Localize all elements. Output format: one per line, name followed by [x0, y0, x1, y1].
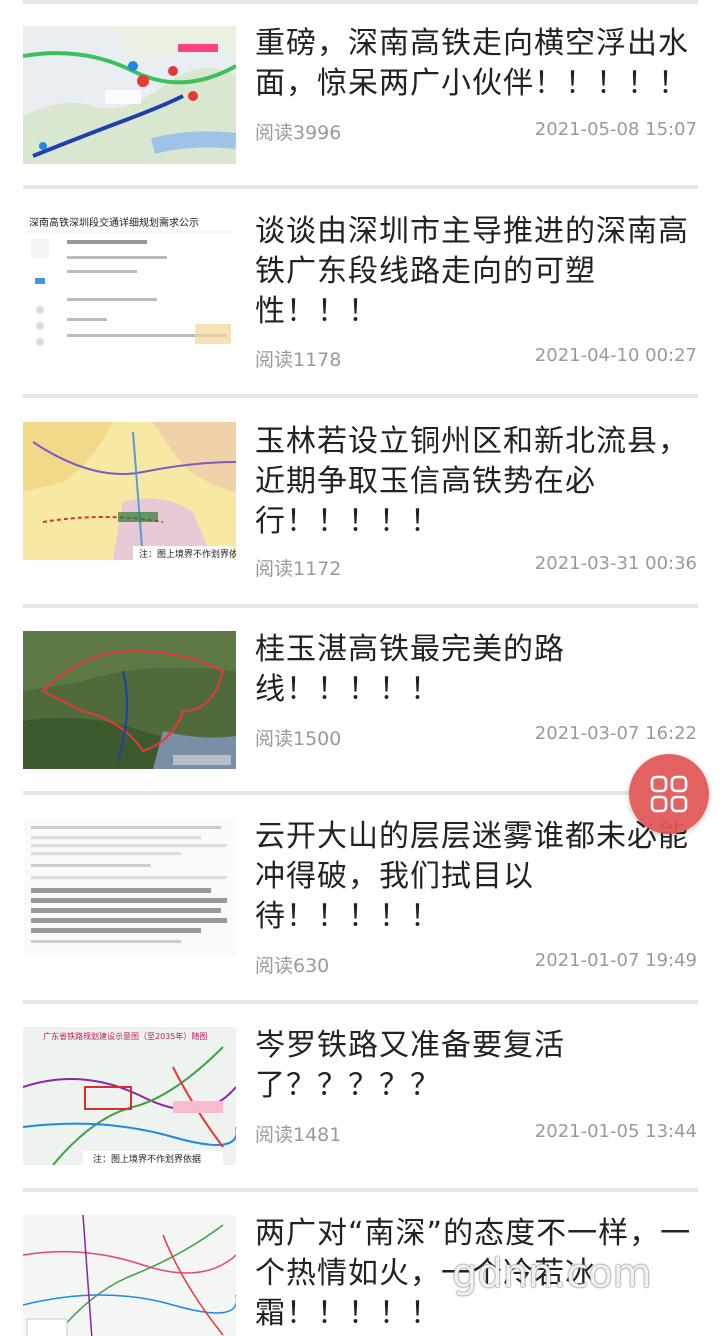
railway-map-icon [23, 1215, 236, 1336]
site-watermark: gdnn.com [452, 1251, 652, 1297]
map-icon [23, 26, 236, 164]
read-count: 阅读1178 [255, 349, 342, 371]
article-title[interactable]: 谈谈由深圳市主导推进的深南高铁广东段线路走向的可塑性！！！ [255, 212, 700, 332]
list-item[interactable]: 重磅，深南高铁走向横空浮出水面，惊呆两广小伙伴！！！！！ 阅读3996 2021… [0, 0, 720, 188]
read-count: 阅读1481 [255, 1124, 342, 1146]
article-title[interactable]: 岑罗铁路又准备要复活了？？？？？ [255, 1026, 700, 1106]
document-thumbnail [23, 818, 236, 956]
grid-menu-button[interactable] [629, 754, 709, 834]
satellite-thumbnail [23, 631, 236, 769]
railway-map-icon: 广东省铁路规划建设示意图（至2035年）随图 注：图上境界不作划界依据 [23, 1027, 236, 1165]
article-title[interactable]: 玉林若设立铜州区和新北流县，近期争取玉信高铁势在必行！！！！！ [255, 422, 700, 542]
railway-map-thumbnail: 广东省铁路规划建设示意图（至2035年）随图 注：图上境界不作划界依据 [23, 1027, 236, 1165]
list-item[interactable]: 注：图上境界不作划界依据 玉林若设立铜州区和新北流县，近期争取玉信高铁势在必行！… [0, 398, 720, 608]
article-title[interactable]: 重磅，深南高铁走向横空浮出水面，惊呆两广小伙伴！！！！！ [255, 24, 700, 104]
publish-date: 2021-03-07 16:22 [534, 723, 697, 744]
grid-icon [650, 775, 688, 813]
list-item[interactable]: 云开大山的层层迷雾谁都未必能冲得破，我们拭目以待！！！！！ 阅读630 2021… [0, 795, 720, 1005]
list-item[interactable]: 桂玉湛高铁最完美的路线！！！！！ 阅读1500 2021-03-07 16:22 [0, 608, 720, 793]
map-note: 注：图上境界不作划界依据 [139, 548, 236, 560]
publish-date: 2021-01-05 13:44 [534, 1121, 697, 1142]
article-list-page: 重磅，深南高铁走向横空浮出水面，惊呆两广小伙伴！！！！！ 阅读3996 2021… [0, 0, 720, 1336]
article-title[interactable]: 云开大山的层层迷雾谁都未必能冲得破，我们拭目以待！！！！！ [255, 817, 700, 937]
publish-date: 2021-04-10 00:27 [534, 345, 697, 366]
read-count: 阅读630 [255, 955, 330, 977]
map-thumbnail [23, 26, 236, 164]
document-icon [23, 818, 236, 956]
map-thumbnail: 注：图上境界不作划界依据 [23, 422, 236, 560]
publish-date: 2021-03-31 00:36 [534, 553, 697, 574]
article-title[interactable]: 桂玉湛高铁最完美的路线！！！！！ [255, 630, 700, 710]
list-item[interactable]: 深南高铁深圳段交通详细规划需求公示 谈谈由深圳市主导推进的深南高铁广东段线路走向… [0, 188, 720, 398]
railway-map-thumbnail [23, 1215, 236, 1336]
map-note: 注：图上境界不作划界依据 [93, 1153, 201, 1165]
list-item[interactable]: 广东省铁路规划建设示意图（至2035年）随图 注：图上境界不作划界依据 岑罗铁路… [0, 1004, 720, 1189]
read-count: 阅读3996 [255, 122, 342, 144]
publish-date: 2021-01-07 19:49 [534, 950, 697, 971]
railway-header: 广东省铁路规划建设示意图（至2035年）随图 [43, 1031, 207, 1041]
map-icon: 注：图上境界不作划界依据 [23, 422, 236, 560]
read-count: 阅读1172 [255, 558, 342, 580]
publish-date: 2021-05-08 15:07 [534, 119, 697, 140]
document-thumbnail: 深南高铁深圳段交通详细规划需求公示 [23, 212, 236, 350]
satellite-map-icon [23, 631, 236, 769]
read-count: 阅读1500 [255, 728, 342, 750]
document-icon: 深南高铁深圳段交通详细规划需求公示 [23, 212, 236, 350]
doc-header: 深南高铁深圳段交通详细规划需求公示 [29, 216, 199, 229]
